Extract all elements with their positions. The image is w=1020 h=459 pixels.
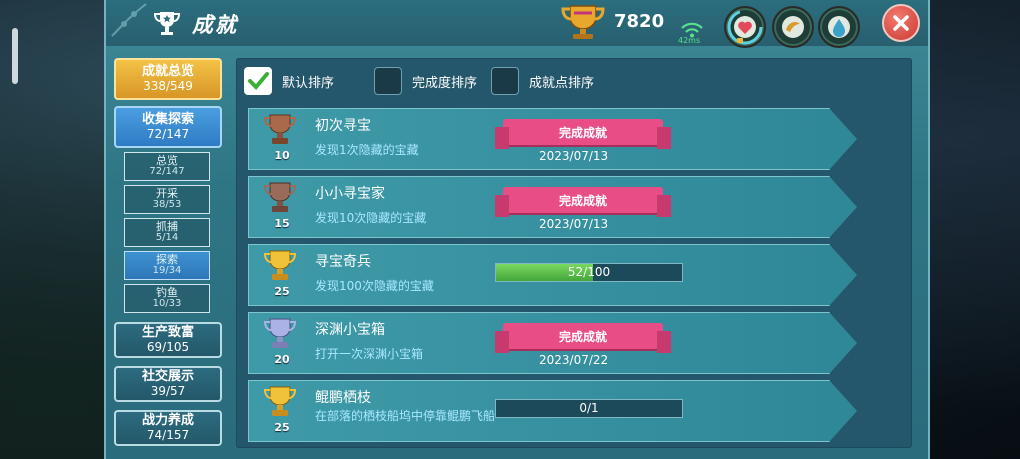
achievement-row[interactable]: 15 小小寻宝家 发现10次隐藏的宝藏 完成成就 2023/07/13: [248, 176, 857, 238]
close-button[interactable]: [882, 4, 920, 42]
gold-trophy-icon: [263, 250, 297, 280]
achievement-description: 发现10次隐藏的宝藏: [315, 211, 427, 225]
nav-count: 72/147: [146, 126, 190, 141]
completion-date: 2023/07/22: [539, 353, 609, 367]
achievement-title: 初次寻宝: [315, 118, 371, 134]
ping-text: 42ms: [678, 36, 701, 45]
subnav-count: 38/53: [152, 199, 182, 211]
nav-collect-explore[interactable]: 收集探索 72/147: [114, 106, 222, 148]
achievement-score: 7820: [614, 11, 665, 32]
sort-points-checkbox[interactable]: [491, 67, 520, 95]
subnav-explore[interactable]: 探索 19/34: [124, 251, 210, 280]
page-title: 成就: [192, 13, 238, 37]
achievement-points: 25: [274, 285, 290, 298]
sort-completion[interactable]: 完成度排序: [374, 67, 477, 95]
nav-count: 69/105: [146, 339, 190, 354]
achievement-row[interactable]: 25 鲲鹏栖枝 在部落的栖枝船坞中停靠鲲鹏飞船 0/1: [248, 380, 857, 442]
subnav-count: 5/14: [155, 232, 179, 244]
sort-label: 默认排序: [282, 75, 335, 91]
achievement-row[interactable]: 10 初次寻宝 发现1次隐藏的宝藏 完成成就 2023/07/13: [248, 108, 857, 170]
achievement-panel: 成就 7820 42ms 成就总览 338/549 收集探索 72/147 总览…: [104, 0, 930, 459]
completed-ribbon: 完成成就: [495, 323, 671, 353]
completed-label: 完成成就: [558, 125, 607, 140]
bronze-trophy-icon: [263, 182, 297, 212]
sort-label: 成就点排序: [529, 75, 595, 91]
progress-text: 0/1: [579, 401, 599, 415]
subnav-count: 19/34: [152, 265, 182, 277]
water-drop-icon: [828, 16, 850, 38]
completion-date: 2023/07/13: [539, 149, 609, 163]
achievement-points: 25: [274, 421, 290, 434]
achievement-points: 15: [274, 217, 290, 230]
achievement-list-area: 默认排序 完成度排序 成就点排序 10 初次寻宝 发现1次隐藏的宝藏 完成成就 …: [236, 58, 912, 448]
achievement-points: 20: [274, 353, 290, 366]
sort-label: 完成度排序: [412, 75, 478, 91]
subnav-count: 72/147: [149, 166, 185, 178]
food-icon: [782, 16, 804, 38]
nav-count: 338/549: [143, 78, 193, 93]
nav-production[interactable]: 生产致富 69/105: [114, 322, 222, 358]
hunger-status-button[interactable]: [772, 6, 814, 48]
sort-default[interactable]: 默认排序: [244, 67, 334, 95]
water-status-button[interactable]: [818, 6, 860, 48]
sort-options: 默认排序 完成度排序 成就点排序: [244, 64, 604, 98]
nav-label: 战力养成: [141, 413, 194, 429]
side-slider-handle[interactable]: [12, 28, 18, 84]
achievement-title: 深渊小宝箱: [315, 322, 385, 338]
progress-text: 52/100: [567, 265, 611, 279]
nav-social[interactable]: 社交展示 39/57: [114, 366, 222, 402]
panel-header: 成就 7820 42ms: [106, 0, 928, 48]
bronze-trophy-icon: [263, 114, 297, 144]
nav-count: 74/157: [146, 427, 190, 442]
subnav-overview[interactable]: 总览 72/147: [124, 152, 210, 181]
achievement-description: 在部落的栖枝船坞中停靠鲲鹏飞船: [315, 409, 496, 423]
nav-label: 成就总览: [141, 64, 194, 80]
achievement-row[interactable]: 20 深渊小宝箱 打开一次深渊小宝箱 完成成就 2023/07/22: [248, 312, 857, 374]
nav-combat[interactable]: 战力养成 74/157: [114, 410, 222, 446]
nav-label: 社交展示: [141, 369, 194, 385]
achievement-row[interactable]: 25 寻宝奇兵 发现100次隐藏的宝藏 52/100: [248, 244, 857, 306]
achievement-progress-bar: 0/1: [495, 399, 683, 418]
nav-label: 生产致富: [141, 325, 194, 341]
completed-ribbon: 完成成就: [495, 187, 671, 217]
achievement-progress-bar: 52/100: [495, 263, 683, 282]
nav-achievement-overview[interactable]: 成就总览 338/549: [114, 58, 222, 100]
subnav-fishing[interactable]: 钓鱼 10/33: [124, 284, 210, 313]
achievement-title: 鲲鹏栖枝: [315, 390, 371, 406]
achievement-title: 寻宝奇兵: [315, 254, 371, 270]
subnav-mining[interactable]: 开采 38/53: [124, 185, 210, 214]
completed-ribbon: 完成成就: [495, 119, 671, 149]
checkmark-icon: [248, 72, 269, 90]
achievement-points: 10: [274, 149, 290, 162]
gold-trophy-icon: [263, 386, 297, 416]
heart-icon: [727, 9, 763, 45]
completed-label: 完成成就: [558, 329, 607, 344]
completed-label: 完成成就: [558, 193, 607, 208]
nav-label: 收集探索: [141, 112, 194, 128]
close-icon: [893, 15, 909, 31]
sort-default-checkbox[interactable]: [244, 67, 272, 95]
trophy-icon: [153, 12, 181, 35]
vine-decoration-icon: [111, 3, 147, 37]
achievement-description: 发现1次隐藏的宝藏: [315, 143, 419, 157]
health-status-button[interactable]: [724, 6, 766, 48]
subnav-count: 10/33: [152, 298, 182, 310]
subnav-capture[interactable]: 抓捕 5/14: [124, 218, 210, 247]
silver-trophy-icon: [263, 318, 297, 348]
achievement-description: 打开一次深渊小宝箱: [315, 347, 424, 361]
achievement-title: 小小寻宝家: [315, 186, 385, 202]
sort-points[interactable]: 成就点排序: [491, 67, 594, 95]
completion-date: 2023/07/13: [539, 217, 609, 231]
achievement-description: 发现100次隐藏的宝藏: [315, 279, 434, 293]
sort-completion-checkbox[interactable]: [374, 67, 403, 95]
nav-count: 39/57: [150, 383, 186, 398]
score-trophy-icon: [561, 5, 605, 39]
